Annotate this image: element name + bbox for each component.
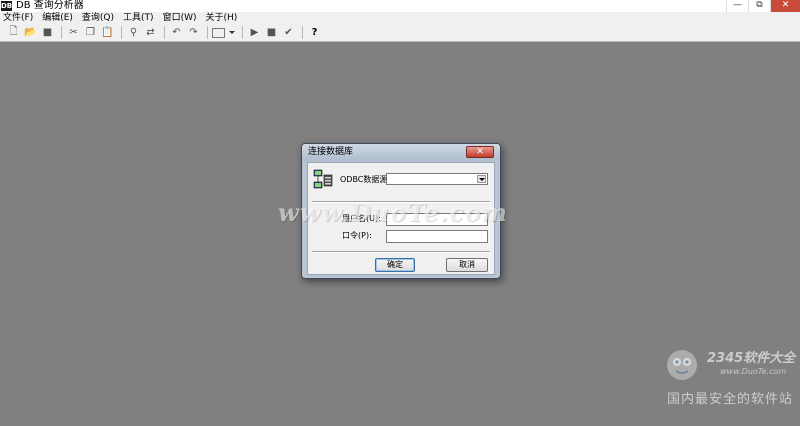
dialog-title-bar[interactable]: 连接数据库 ✕ [302,144,500,161]
menu-bar: 文件(F) 编辑(E) 查询(Q) 工具(T) 窗口(W) 关于(H) [0,12,800,24]
menu-window[interactable]: 窗口(W) [163,12,197,24]
brand-watermark: 2345软件大全 www.DuoTe.com [660,343,796,387]
menu-query[interactable]: 查询(Q) [82,12,114,24]
minimize-button[interactable]: — [726,0,748,12]
dialog-close-button[interactable]: ✕ [466,146,494,158]
odbc-source-label: ODBC数据源: [340,175,391,184]
mascot-logo-icon [667,350,697,380]
undo-icon[interactable]: ↶ [169,25,184,40]
stop-icon[interactable]: ■ [264,25,279,40]
parse-icon[interactable]: ✔ [281,25,296,40]
menu-edit[interactable]: 编辑(E) [42,12,73,24]
cancel-button[interactable]: 取消 [446,258,488,272]
window-controls: — ⧉ ✕ [726,0,800,12]
toolbar-separator [164,26,165,39]
toolbar: 🗋 📂 ■ ✂ ❐ 📋 ⚲ ⇄ ↶ ↷ ▶ ■ ✔ ? [0,24,800,42]
grid-icon [212,27,225,38]
toolbar-separator [302,26,303,39]
copy-icon[interactable]: ❐ [83,25,98,40]
dialog-title: 连接数据库 [308,147,354,157]
ok-button[interactable]: 确定 [375,258,415,272]
chevron-down-icon[interactable] [477,175,486,183]
app-icon: DB [1,1,13,11]
help-icon[interactable]: ? [307,25,322,40]
dialog-divider [312,251,490,253]
toolbar-separator [242,26,243,39]
window-title: DB 查询分析器 [16,0,84,11]
chevron-down-icon [229,31,235,34]
paste-icon[interactable]: 📋 [100,25,115,40]
execute-icon[interactable]: ▶ [247,25,262,40]
menu-about[interactable]: 关于(H) [205,12,237,24]
toolbar-separator [61,26,62,39]
toolbar-separator [121,26,122,39]
find-icon[interactable]: ⚲ [126,25,141,40]
brand-name: 2345软件大全 [707,351,796,366]
password-label: 口令(P): [342,231,372,240]
open-icon[interactable]: 📂 [23,25,38,40]
toolbar-separator [207,26,208,39]
database-connection-icon [313,169,333,189]
slogan-watermark: 国内最安全的软件站 [667,392,794,407]
center-watermark: www.DuoTe.com [278,198,508,227]
brand-url: www.DuoTe.com [720,367,787,376]
title-bar: DB DB 查询分析器 — ⧉ ✕ [0,0,800,12]
menu-tools[interactable]: 工具(T) [123,12,154,24]
results-mode-dropdown[interactable] [212,26,236,40]
restore-button[interactable]: ⧉ [748,0,770,12]
cut-icon[interactable]: ✂ [66,25,81,40]
new-icon[interactable]: 🗋 [6,25,21,40]
menu-file[interactable]: 文件(F) [3,12,33,24]
password-field[interactable] [386,230,488,243]
replace-icon[interactable]: ⇄ [143,25,158,40]
odbc-source-select[interactable] [386,173,488,185]
save-icon[interactable]: ■ [40,25,55,40]
redo-icon[interactable]: ↷ [186,25,201,40]
close-button[interactable]: ✕ [770,0,800,12]
